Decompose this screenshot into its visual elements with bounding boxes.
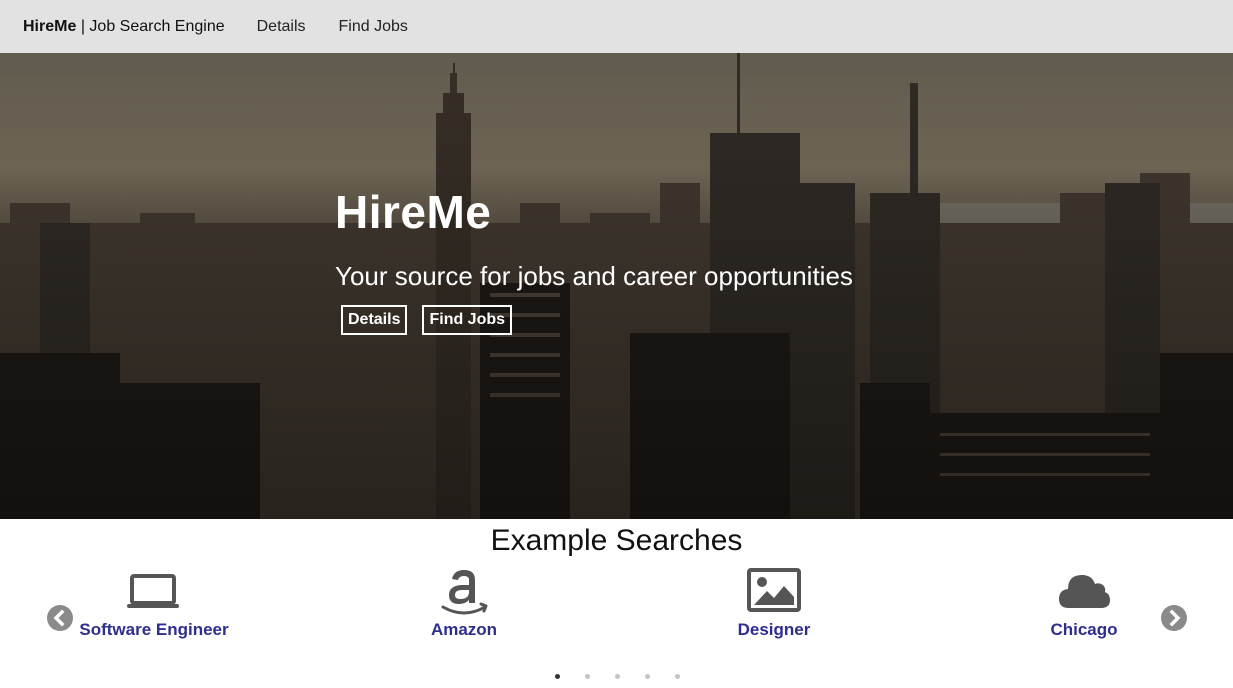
brand-tagline: | Job Search Engine bbox=[80, 17, 225, 35]
brand-name: HireMe bbox=[23, 17, 77, 35]
example-searches-heading: Example Searches bbox=[490, 524, 743, 557]
image-icon bbox=[747, 568, 801, 612]
carousel-dot-4[interactable] bbox=[645, 674, 650, 679]
laptop-icon bbox=[127, 574, 179, 608]
example-search-amazon[interactable]: Amazon bbox=[364, 567, 564, 640]
carousel-dot-3[interactable] bbox=[615, 674, 620, 679]
amazon-icon bbox=[441, 570, 488, 615]
example-search-label: Software Engineer bbox=[79, 620, 229, 639]
hero-details-button[interactable]: Details bbox=[341, 305, 408, 335]
example-search-chicago[interactable]: Chicago bbox=[984, 567, 1184, 640]
nav-link-find-jobs[interactable]: Find Jobs bbox=[339, 18, 408, 36]
carousel-dot-1[interactable] bbox=[555, 674, 560, 679]
example-search-label: Amazon bbox=[430, 620, 498, 639]
carousel-dot-2[interactable] bbox=[585, 674, 590, 679]
hero-button-group: Details Find Jobs bbox=[341, 305, 853, 335]
nav-link-details[interactable]: Details bbox=[257, 18, 306, 36]
example-search-designer[interactable]: Designer bbox=[674, 567, 874, 640]
cloud-icon bbox=[1059, 575, 1110, 608]
example-search-software-engineer[interactable]: Software Engineer bbox=[54, 567, 254, 640]
example-searches-section: Example Searches Software Engineer Amazo… bbox=[0, 519, 1233, 688]
hero-banner: HireMe Your source for jobs and career o… bbox=[0, 53, 1233, 519]
carousel-indicators bbox=[0, 674, 1233, 679]
carousel-next-button[interactable] bbox=[1161, 605, 1187, 631]
hero-subtitle: Your source for jobs and career opportun… bbox=[335, 261, 853, 291]
chevron-right-icon bbox=[1169, 609, 1181, 627]
example-search-label: Designer bbox=[737, 620, 811, 639]
hero-title: HireMe bbox=[335, 186, 492, 238]
hero-find-jobs-button[interactable]: Find Jobs bbox=[422, 305, 513, 335]
carousel-dot-5[interactable] bbox=[675, 674, 680, 679]
top-navbar: HireMe | Job Search Engine Details Find … bbox=[0, 0, 1233, 53]
brand[interactable]: HireMe | Job Search Engine bbox=[23, 18, 225, 36]
hero-content: HireMe Your source for jobs and career o… bbox=[335, 189, 853, 335]
example-search-label: Chicago bbox=[1050, 620, 1118, 639]
